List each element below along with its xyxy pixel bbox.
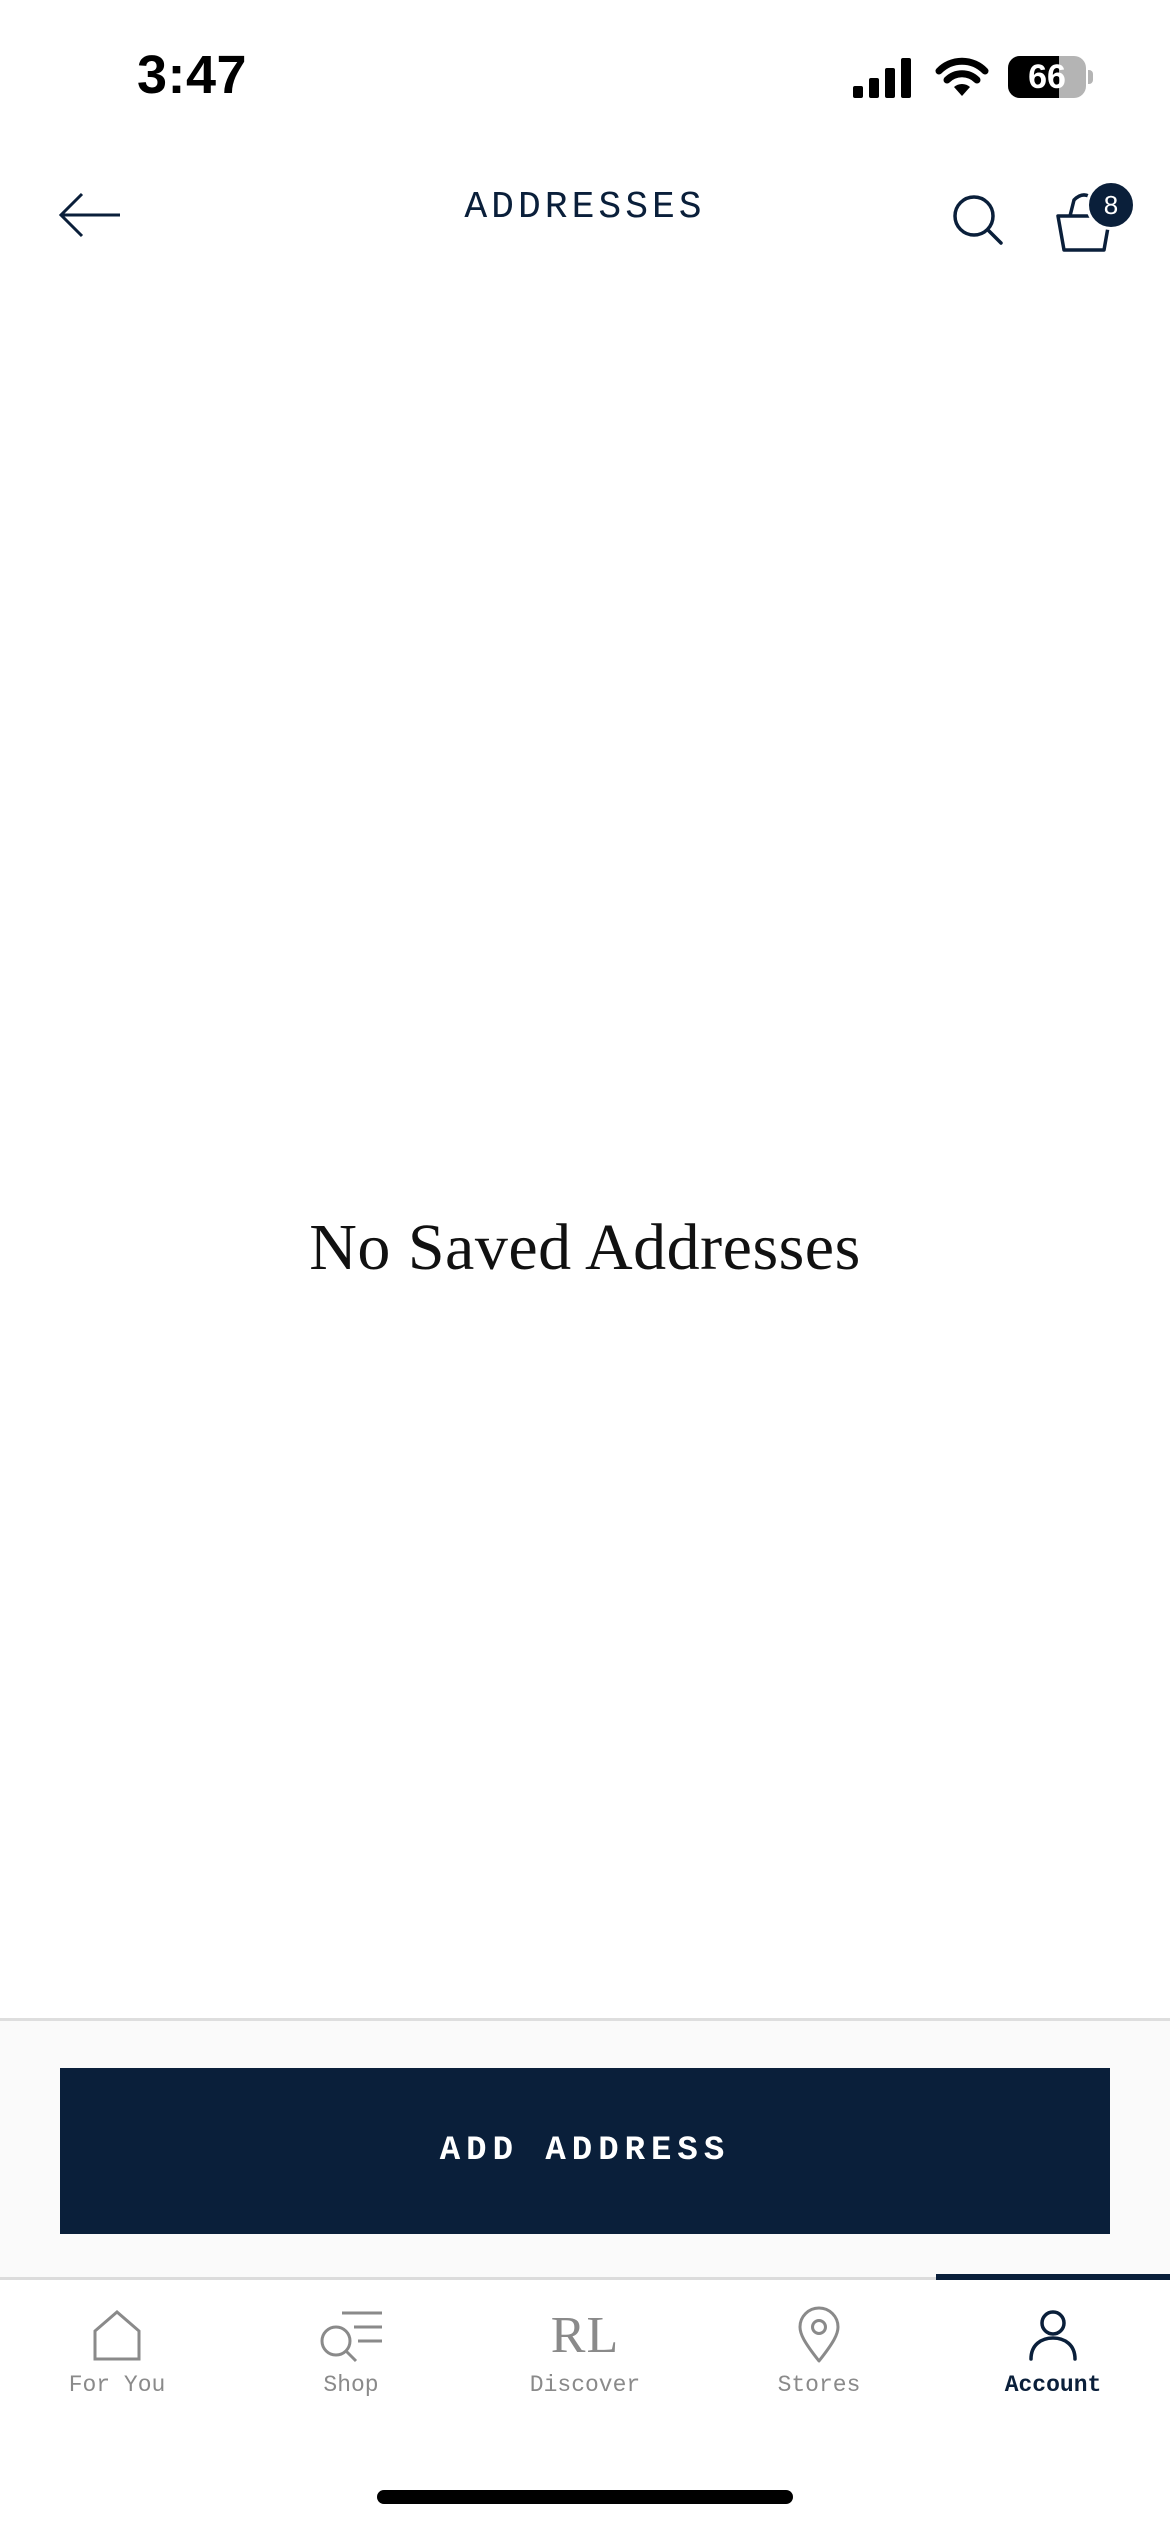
status-time: 3:47 [137,45,248,105]
shop-search-icon [320,2311,382,2363]
home-icon [93,2310,141,2361]
app-header: ADDRESSES 8 [0,150,1170,280]
battery-icon: 66 [1008,56,1093,98]
tab-label-discover: Discover [529,2372,641,2398]
tab-shop[interactable]: Shop [234,2300,468,2420]
empty-state-message: No Saved Addresses [309,1211,861,1284]
shopping-bag-button[interactable]: 8 [1050,178,1140,258]
rl-logo-icon: RL [550,2306,620,2364]
status-bar: 3:47 66 [0,0,1170,150]
battery-level: 66 [1028,58,1066,96]
cellular-signal-icon [853,58,911,98]
location-pin-icon [798,2306,840,2363]
tab-label-stores: Stores [777,2372,861,2398]
add-address-button[interactable]: ADD ADDRESS [60,2068,1110,2234]
search-icon [953,195,1003,245]
bag-count-badge: 8 [1086,180,1136,230]
tab-label-for-you: For You [68,2372,166,2398]
tab-discover[interactable]: RL Discover [468,2300,702,2420]
tab-for-you[interactable]: For You [0,2300,234,2420]
home-indicator[interactable] [377,2490,793,2504]
wifi-icon [935,57,989,96]
person-icon [1029,2310,1077,2361]
tab-account[interactable]: Account [936,2300,1170,2420]
active-tab-indicator [936,2274,1170,2280]
tab-stores[interactable]: Stores [702,2300,936,2420]
tab-label-shop: Shop [323,2372,379,2398]
search-button[interactable] [950,190,1010,250]
tab-label-account: Account [1004,2372,1102,2398]
